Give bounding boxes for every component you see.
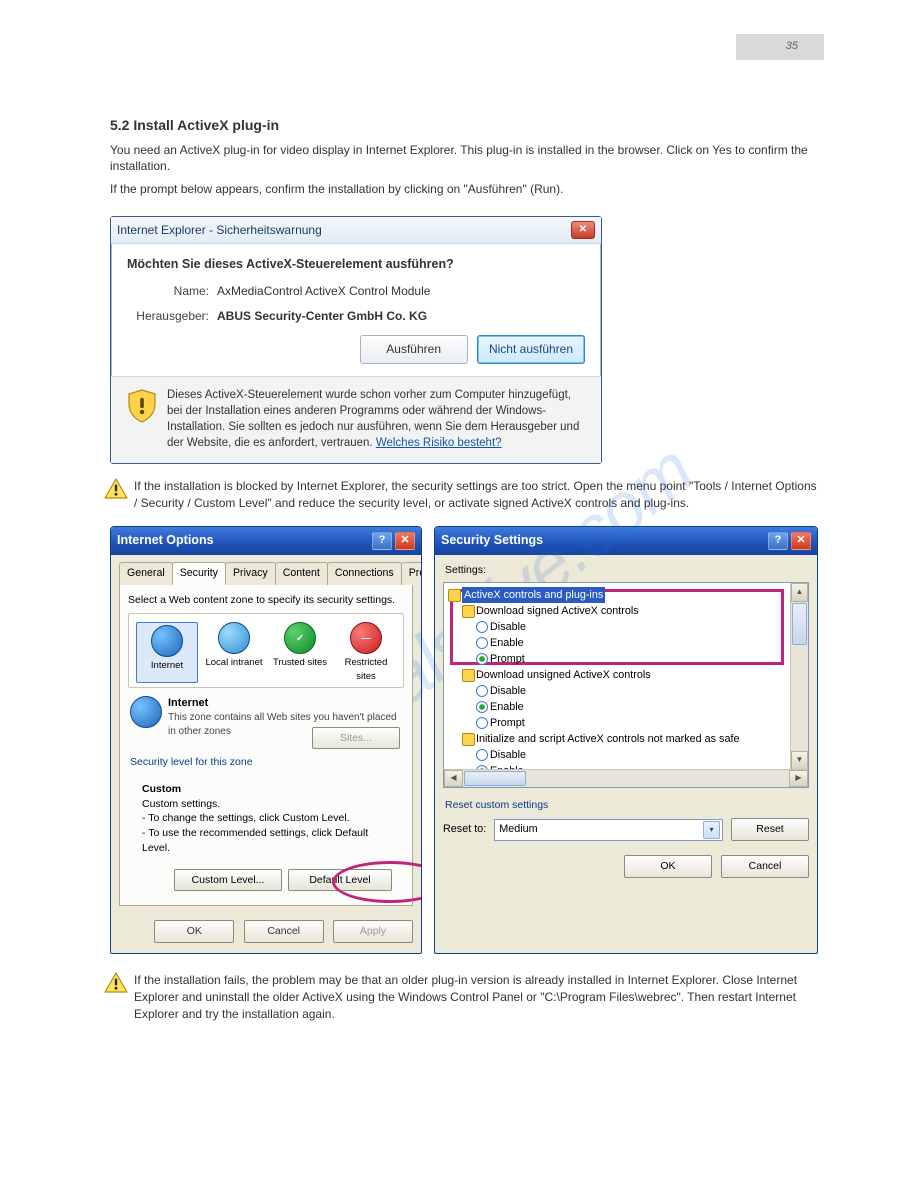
document-page: 35 manualshive.com 5.2 Install ActiveX p… (0, 0, 918, 1188)
subgroup-signed[interactable]: Download signed ActiveX controls (448, 603, 790, 619)
chevron-down-icon[interactable]: ▾ (703, 821, 720, 839)
intro-paragraph-2: If the prompt below appears, confirm the… (110, 181, 818, 198)
restricted-icon: — (350, 622, 382, 654)
reset-button[interactable]: Reset (731, 818, 809, 841)
risk-link[interactable]: Welches Risiko besteht? (376, 437, 502, 449)
default-level-button[interactable]: Default Level (288, 869, 392, 892)
custom-line-3: - To use the recommended settings, click… (142, 826, 390, 855)
ok-button[interactable]: OK (624, 855, 712, 878)
scroll-down-icon[interactable]: ▼ (791, 751, 808, 770)
help-icon[interactable]: ? (768, 532, 788, 550)
dialog-title: Internet Explorer - Sicherheitswarnung (117, 222, 322, 239)
zone-local-intranet[interactable]: Local intranet (204, 622, 264, 683)
dialog-titlebar: Internet Explorer - Sicherheitswarnung ✕ (111, 217, 601, 244)
settings-label: Settings: (445, 563, 809, 578)
publisher-label: Herausgeber: (127, 308, 217, 325)
dialog-question: Möchten Sie dieses ActiveX-Steuerelement… (127, 256, 585, 274)
zone-hint: Select a Web content zone to specify its… (128, 593, 404, 608)
tab-privacy[interactable]: Privacy (225, 562, 276, 585)
tab-strip: General Security Privacy Content Connect… (119, 561, 413, 585)
zone-trusted-sites[interactable]: ✓ Trusted sites (270, 622, 330, 683)
dialog-footer-text: Dieses ActiveX-Steuerelement wurde schon… (167, 387, 589, 451)
zone-restricted-sites[interactable]: — Restricted sites (336, 622, 396, 683)
custom-line-2: - To change the settings, click Custom L… (142, 811, 390, 826)
warning-text-2: If the installation fails, the problem m… (134, 972, 818, 1022)
scroll-right-icon[interactable]: ▶ (789, 770, 808, 787)
cancel-button[interactable]: Cancel (721, 855, 809, 878)
settings-tree[interactable]: ActiveX controls and plug-ins Download s… (443, 582, 809, 788)
tab-connections[interactable]: Connections (327, 562, 402, 585)
group-activex[interactable]: ActiveX controls and plug-ins (448, 587, 790, 603)
scroll-thumb[interactable] (792, 603, 807, 645)
tab-security[interactable]: Security (172, 562, 226, 585)
internet-options-dialog: Internet Options ? ✕ General Security Pr… (110, 526, 422, 954)
help-icon[interactable]: ? (372, 532, 392, 550)
close-icon[interactable]: ✕ (571, 221, 595, 239)
radio-enable[interactable]: Enable (448, 699, 790, 715)
close-icon[interactable]: ✕ (395, 532, 415, 550)
internet-options-title: Internet Options (117, 532, 214, 550)
radio-disable[interactable]: Disable (448, 619, 790, 635)
vertical-scrollbar[interactable]: ▲ ▼ (790, 583, 808, 770)
warning-icon (104, 972, 128, 999)
radio-prompt[interactable]: Prompt (448, 651, 790, 667)
subgroup-unsigned[interactable]: Download unsigned ActiveX controls (448, 667, 790, 683)
scroll-left-icon[interactable]: ◀ (444, 770, 463, 787)
tab-programs[interactable]: Programs (401, 562, 422, 585)
radio-disable[interactable]: Disable (448, 683, 790, 699)
subgroup-init-script[interactable]: Initialize and script ActiveX controls n… (448, 731, 790, 747)
tab-content[interactable]: Content (275, 562, 328, 585)
custom-line-1: Custom settings. (142, 797, 390, 812)
page-number: 35 (786, 39, 798, 54)
section-heading: 5.2 Install ActiveX plug-in (110, 116, 818, 136)
globe-icon (130, 696, 162, 728)
apply-button[interactable]: Apply (333, 920, 413, 943)
scroll-thumb[interactable] (464, 771, 526, 786)
security-settings-title: Security Settings (441, 532, 543, 550)
check-icon: ✓ (284, 622, 316, 654)
custom-level-button[interactable]: Custom Level... (174, 869, 282, 892)
zone-title: Internet (168, 696, 402, 711)
radio-disable[interactable]: Disable (448, 747, 790, 763)
sites-button[interactable]: Sites... (312, 727, 400, 750)
custom-title: Custom (142, 782, 390, 797)
cancel-button[interactable]: Cancel (244, 920, 324, 943)
ie-security-warning-dialog: Internet Explorer - Sicherheitswarnung ✕… (110, 216, 602, 464)
reset-to-label: Reset to: (443, 822, 486, 837)
name-value: AxMediaControl ActiveX Control Module (217, 283, 585, 300)
close-icon[interactable]: ✕ (791, 532, 811, 550)
intro-paragraph-1: You need an ActiveX plug-in for video di… (110, 142, 818, 176)
horizontal-scrollbar[interactable]: ◀ ▶ (444, 769, 808, 787)
radio-prompt[interactable]: Prompt (448, 715, 790, 731)
warning-icon (104, 478, 128, 505)
radio-enable[interactable]: Enable (448, 635, 790, 651)
run-button[interactable]: Ausführen (360, 335, 468, 364)
reset-to-value: Medium (499, 822, 537, 837)
dont-run-button[interactable]: Nicht ausführen (477, 335, 585, 364)
warning-text-1: If the installation is blocked by Intern… (134, 478, 818, 512)
publisher-value: ABUS Security-Center GmbH Co. KG (217, 308, 585, 325)
security-level-label: Security level for this zone (130, 755, 404, 770)
zone-selector: Internet Local intranet ✓ Trusted sites (128, 613, 404, 688)
reset-to-combo[interactable]: Medium ▾ (494, 819, 723, 841)
page-number-box (736, 34, 824, 60)
shield-icon (127, 389, 157, 451)
security-settings-dialog: Security Settings ? ✕ Settings: ActiveX … (434, 526, 818, 954)
globe-icon (151, 625, 183, 657)
reset-custom-label: Reset custom settings (445, 798, 809, 813)
scroll-up-icon[interactable]: ▲ (791, 583, 808, 602)
zone-internet[interactable]: Internet (136, 622, 198, 683)
ok-button[interactable]: OK (154, 920, 234, 943)
intranet-icon (218, 622, 250, 654)
name-label: Name: (127, 283, 217, 300)
tab-general[interactable]: General (119, 562, 173, 585)
